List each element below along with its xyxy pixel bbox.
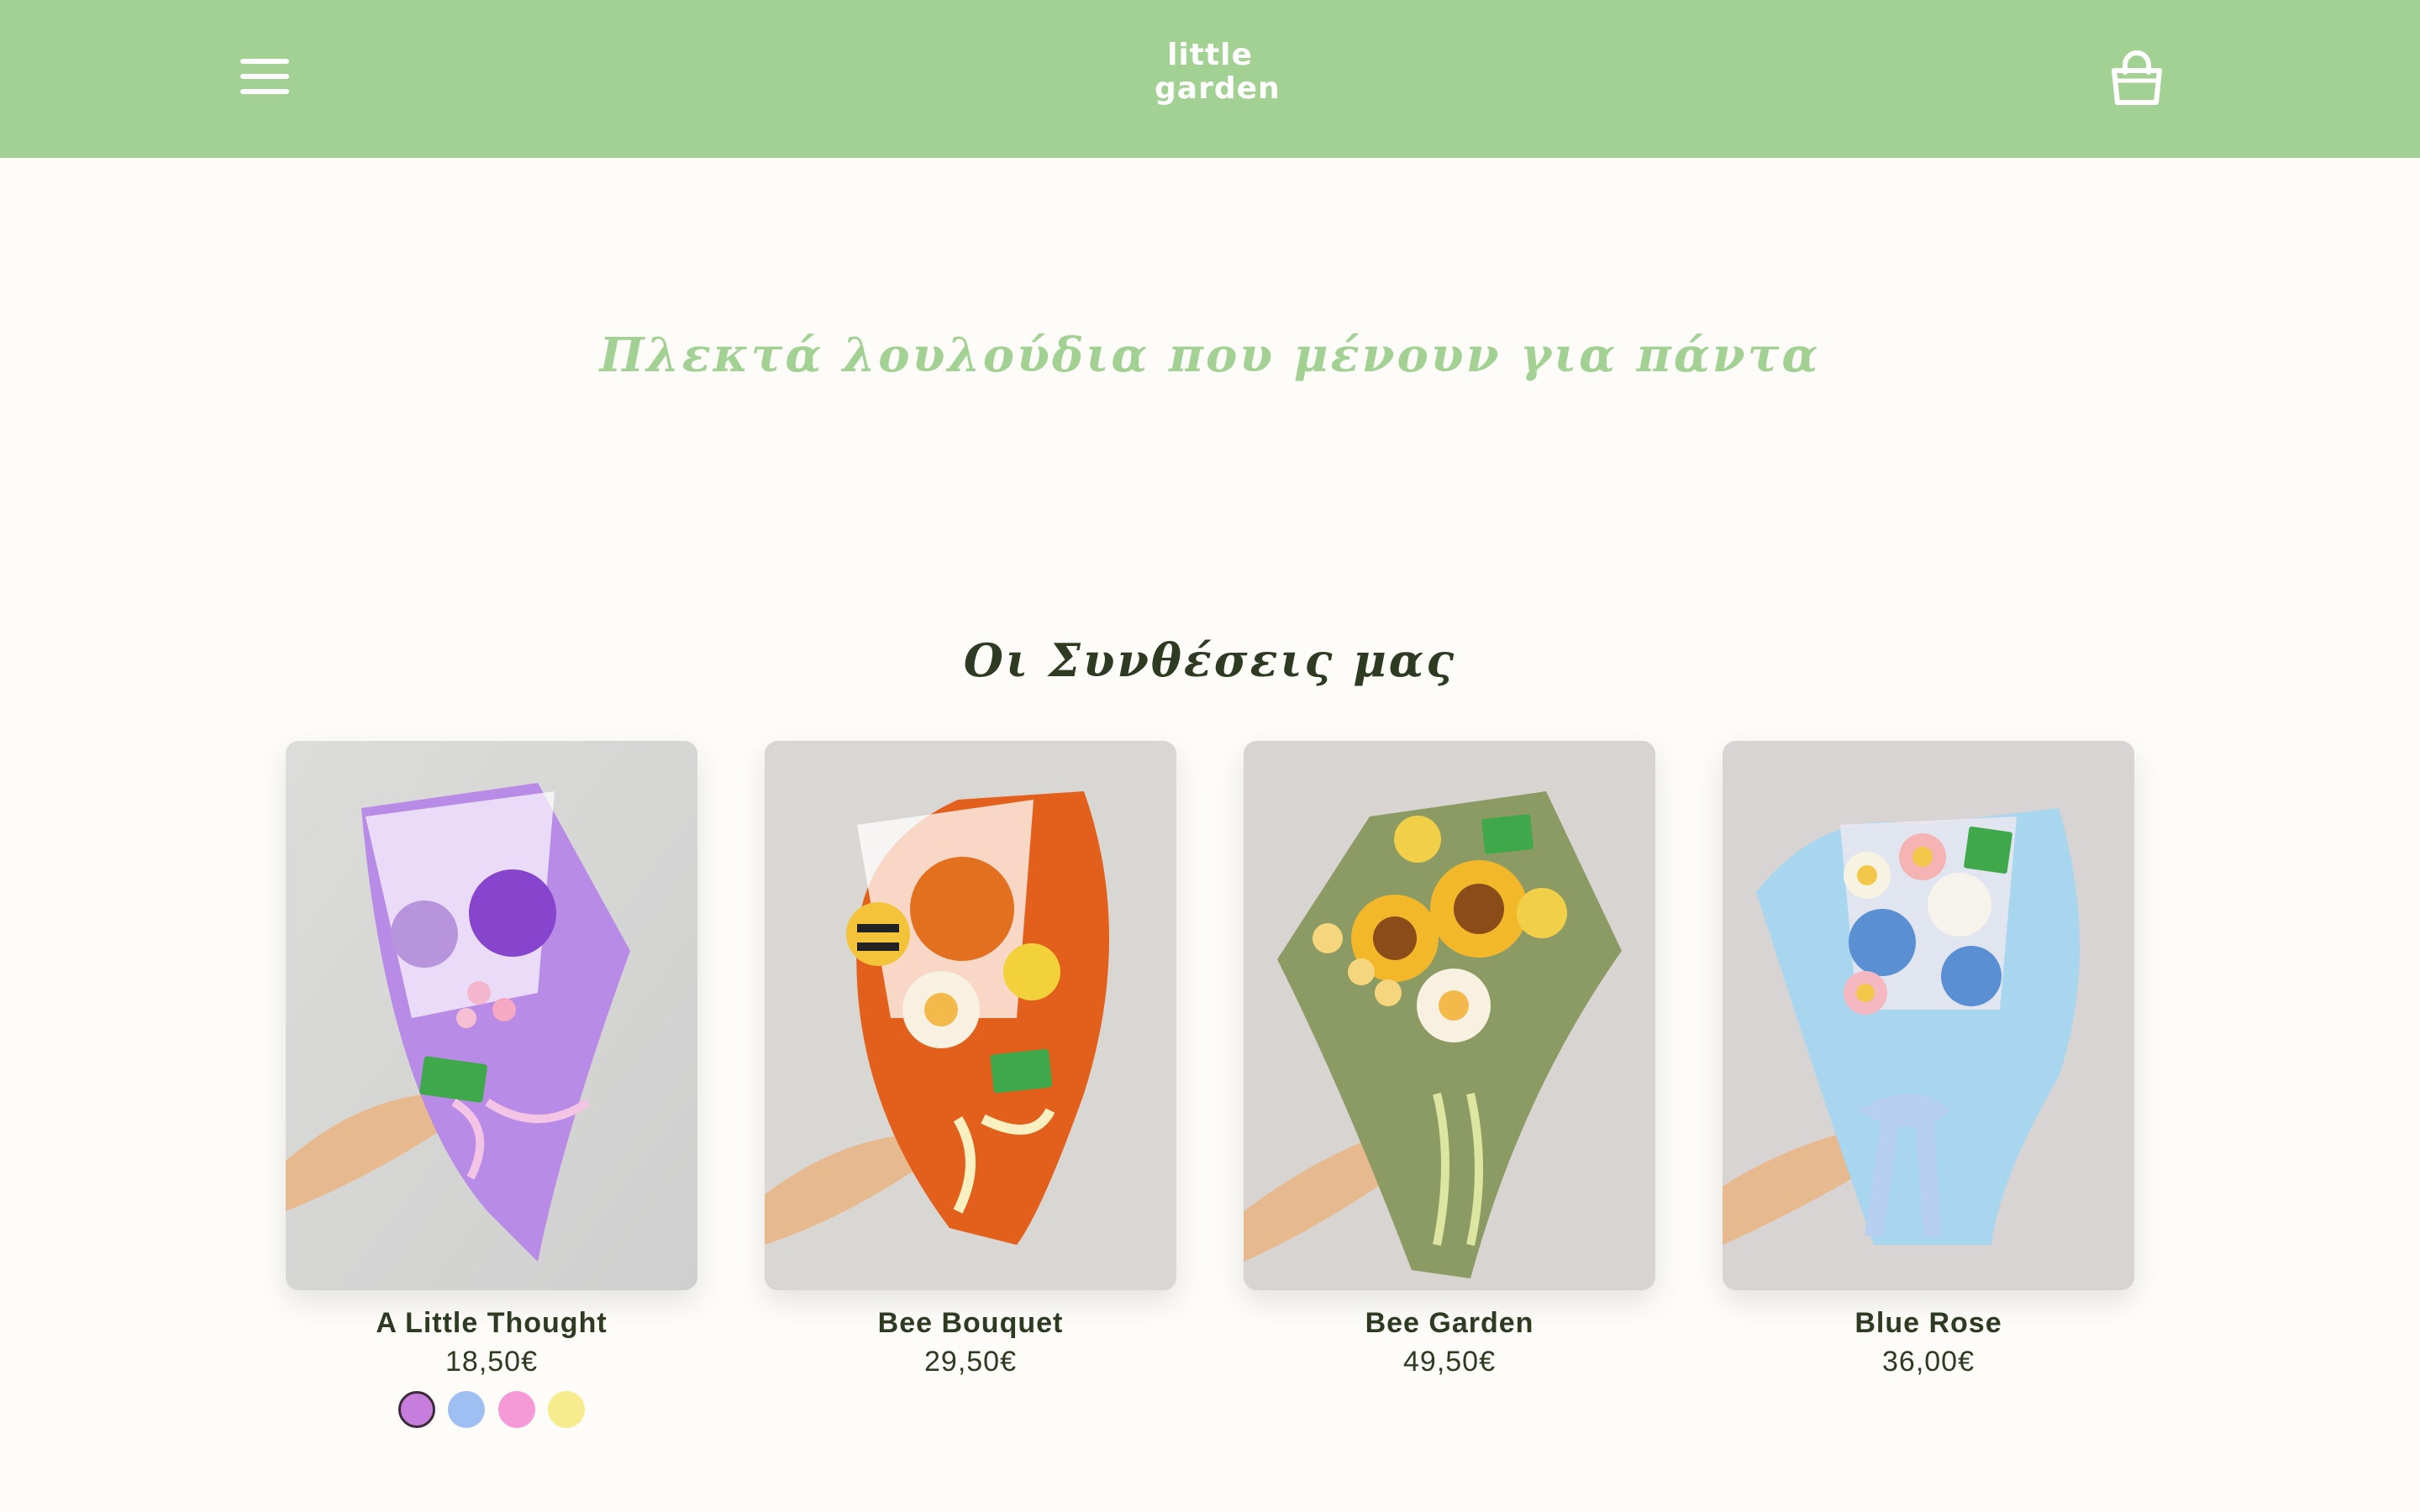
product-image[interactable] [1244, 741, 1655, 1290]
color-swatch-blue[interactable] [448, 1391, 486, 1428]
product-card: Bee Bouquet 29,50€ [765, 741, 1176, 1381]
hero-tagline: Πλεκτά λουλούδια που μένουν για πάντα [599, 328, 1821, 383]
logo-line-2: garden [1155, 71, 1281, 106]
product-name[interactable]: Blue Rose [1723, 1304, 2134, 1342]
product-price: 29,50€ [924, 1346, 1017, 1378]
product-card: A Little Thought 18,50€ [286, 741, 697, 1430]
color-swatch-purple[interactable] [398, 1391, 436, 1428]
site-header: little garden [0, 0, 2420, 158]
logo-line-1: little [1167, 38, 1253, 72]
site-logo[interactable]: little garden [1151, 38, 1281, 119]
menu-bar [240, 59, 289, 64]
menu-bar [240, 74, 289, 79]
product-image[interactable] [765, 741, 1176, 1290]
product-name[interactable]: Bee Bouquet [765, 1304, 1176, 1342]
product-image[interactable] [1723, 741, 2134, 1290]
shopping-bag-icon[interactable] [2109, 50, 2165, 108]
product-name[interactable]: Bee Garden [1244, 1304, 1655, 1342]
product-card: Blue Rose 36,00€ [1723, 741, 2134, 1381]
collection-title: Οι Συνθέσεις μας [963, 633, 1457, 687]
color-swatch-pink[interactable] [497, 1391, 535, 1428]
product-name[interactable]: A Little Thought [286, 1304, 697, 1342]
product-price: 49,50€ [1403, 1346, 1496, 1378]
product-image[interactable] [286, 741, 697, 1290]
hamburger-menu-icon[interactable] [240, 55, 289, 97]
color-swatch-yellow[interactable] [547, 1391, 585, 1428]
product-card: Bee Garden 49,50€ [1244, 741, 1655, 1381]
product-price: 36,00€ [1882, 1346, 1975, 1378]
menu-bar [240, 89, 289, 94]
color-swatches [286, 1391, 697, 1430]
product-price: 18,50€ [445, 1346, 538, 1378]
